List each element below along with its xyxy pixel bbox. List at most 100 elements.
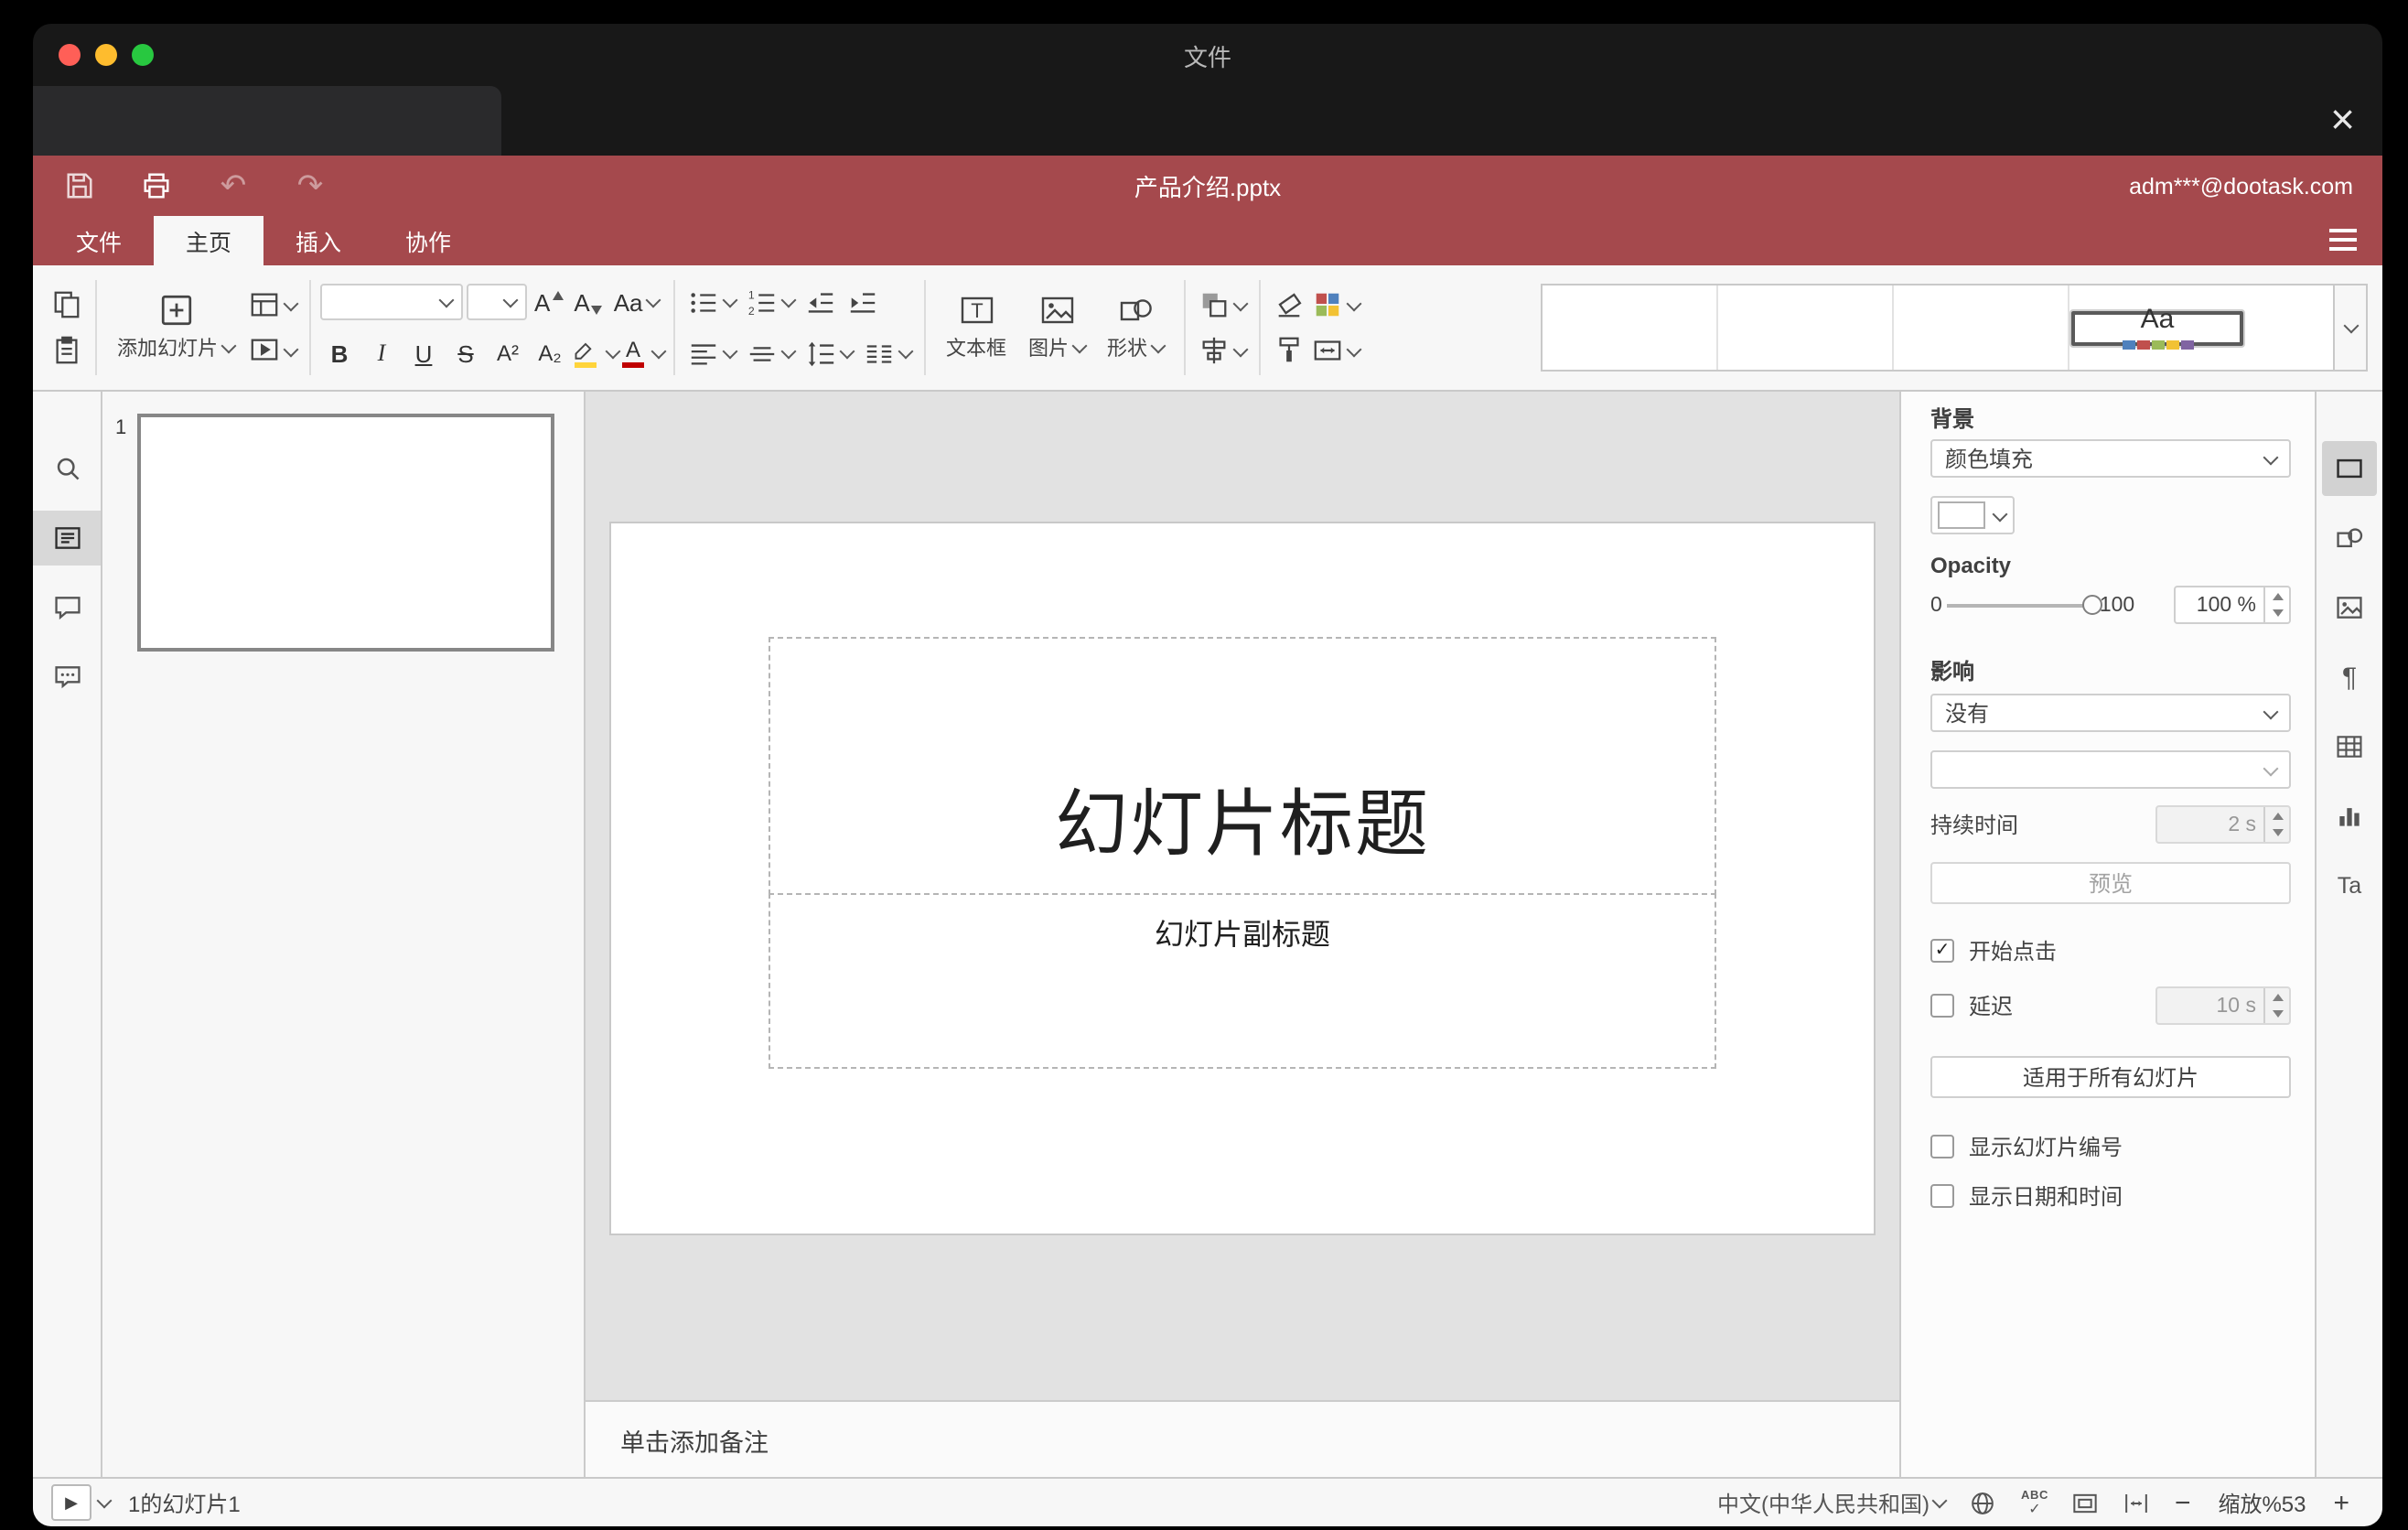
slides-panel-icon[interactable] — [33, 511, 101, 566]
copy-icon[interactable] — [48, 286, 86, 324]
insert-textbox-button[interactable]: T 文本框 — [935, 289, 1017, 366]
theme-tile-selected[interactable]: Aa — [2069, 305, 2245, 350]
comments-icon[interactable] — [33, 580, 101, 635]
change-case-button[interactable]: Aa — [610, 283, 663, 321]
slide-canvas[interactable]: 幻灯片标题 幻灯片副标题 — [586, 392, 1899, 1400]
copy-style-icon[interactable] — [1270, 331, 1308, 370]
menu-icon[interactable] — [2329, 229, 2357, 251]
search-icon[interactable] — [33, 441, 101, 496]
table-settings-icon[interactable] — [2322, 719, 2377, 774]
zoom-out-button[interactable]: − — [2175, 1489, 2191, 1516]
subscript-button[interactable]: A₂ — [531, 334, 569, 372]
slide-title-text[interactable]: 幻灯片标题 — [1055, 765, 1430, 871]
save-icon[interactable] — [62, 168, 97, 203]
start-on-click-label[interactable]: 开始点击 — [1969, 935, 2057, 966]
vertical-align-icon[interactable] — [743, 334, 798, 372]
language-selector[interactable]: 中文(中华人民共和国) — [1717, 1487, 1949, 1518]
italic-button[interactable]: I — [362, 334, 401, 372]
fill-color-picker[interactable] — [1930, 496, 2015, 534]
increase-indent-icon[interactable] — [844, 283, 882, 321]
start-slideshow-icon[interactable] — [245, 331, 300, 370]
feedback-icon[interactable] — [33, 650, 101, 705]
chart-settings-icon[interactable] — [2322, 789, 2377, 844]
add-slide-button[interactable]: 添加幻灯片 — [106, 289, 245, 366]
close-window-button[interactable] — [59, 44, 81, 66]
title-placeholder[interactable]: 幻灯片标题 — [769, 637, 1716, 895]
align-shapes-icon[interactable] — [1195, 331, 1250, 370]
fit-width-icon[interactable] — [2123, 1489, 2151, 1516]
change-layout-icon[interactable] — [245, 286, 300, 324]
delay-label[interactable]: 延迟 — [1969, 990, 2013, 1021]
show-datetime-label[interactable]: 显示日期和时间 — [1969, 1180, 2123, 1212]
redo-icon[interactable]: ↷ — [293, 168, 328, 203]
fullscreen-window-button[interactable] — [132, 44, 154, 66]
zoom-in-button[interactable]: + — [2333, 1489, 2349, 1516]
slide-size-icon[interactable] — [1308, 331, 1363, 370]
theme-tile-1[interactable] — [1543, 286, 1718, 370]
effect-type-select[interactable] — [1930, 750, 2291, 789]
minimize-window-button[interactable] — [95, 44, 117, 66]
delay-checkbox[interactable] — [1930, 994, 1954, 1018]
spin-up-icon[interactable] — [2265, 988, 2289, 1006]
horizontal-align-icon[interactable] — [684, 334, 739, 372]
slide[interactable]: 幻灯片标题 幻灯片副标题 — [611, 523, 1874, 1234]
shape-settings-icon[interactable] — [2322, 511, 2377, 566]
numbering-icon[interactable]: 1 2 — [743, 283, 798, 321]
slide-subtitle-text[interactable]: 幻灯片副标题 — [1155, 910, 1330, 954]
show-datetime-checkbox[interactable] — [1930, 1184, 1954, 1208]
spin-down-icon[interactable] — [2265, 824, 2289, 842]
image-settings-icon[interactable] — [2322, 580, 2377, 635]
subtitle-placeholder[interactable]: 幻灯片副标题 — [769, 893, 1716, 1069]
duration-spinbox[interactable]: 2 s — [2155, 805, 2291, 844]
strikeout-button[interactable]: S — [446, 334, 485, 372]
tab-home[interactable]: 主页 — [154, 216, 263, 265]
clear-style-icon[interactable] — [1270, 286, 1308, 324]
spin-up-icon[interactable] — [2265, 807, 2289, 824]
textart-settings-icon[interactable]: Ta — [2322, 858, 2377, 913]
bold-button[interactable]: B — [320, 334, 359, 372]
show-slide-number-checkbox[interactable] — [1930, 1135, 1954, 1158]
highlight-color-button[interactable] — [573, 334, 598, 372]
slide-settings-icon[interactable] — [2322, 441, 2377, 496]
document-language-icon[interactable] — [1970, 1489, 1997, 1516]
chevron-down-icon[interactable] — [96, 1492, 113, 1509]
font-name-combo[interactable] — [320, 284, 463, 320]
arrange-shapes-icon[interactable] — [1195, 286, 1250, 324]
spellcheck-icon[interactable]: ABC ✓ — [2021, 1490, 2048, 1516]
decrease-indent-icon[interactable] — [801, 283, 840, 321]
tab-file[interactable]: 文件 — [44, 216, 154, 265]
insert-shape-button[interactable]: 形状 — [1096, 289, 1175, 366]
close-icon[interactable]: × — [2330, 90, 2355, 148]
notes-placeholder[interactable]: 单击添加备注 — [620, 1421, 769, 1458]
fit-slide-icon[interactable] — [2072, 1489, 2100, 1516]
line-spacing-icon[interactable] — [801, 334, 856, 372]
color-scheme-icon[interactable] — [1308, 286, 1363, 324]
tab-insert[interactable]: 插入 — [263, 216, 373, 265]
decrease-font-icon[interactable]: A — [570, 283, 606, 321]
theme-tile-2[interactable] — [1718, 286, 1894, 370]
theme-tile-3[interactable] — [1894, 286, 2069, 370]
preview-button[interactable]: 预览 — [1930, 862, 2291, 904]
increase-font-icon[interactable]: A — [531, 283, 566, 321]
spin-down-icon[interactable] — [2265, 1006, 2289, 1023]
tab-collaboration[interactable]: 协作 — [373, 216, 483, 265]
delay-spinbox[interactable]: 10 s — [2155, 986, 2291, 1025]
apply-to-all-button[interactable]: 适用于所有幻灯片 — [1930, 1056, 2291, 1098]
columns-icon[interactable] — [860, 334, 915, 372]
opacity-slider[interactable] — [1947, 594, 2103, 614]
notes-bar[interactable]: 单击添加备注 — [586, 1400, 1899, 1477]
opacity-spinbox[interactable]: 100 % — [2174, 586, 2291, 624]
underline-button[interactable]: U — [404, 334, 443, 372]
font-color-button[interactable]: A — [622, 334, 644, 372]
show-slide-number-label[interactable]: 显示幻灯片编号 — [1969, 1131, 2123, 1162]
print-icon[interactable] — [139, 168, 174, 203]
effect-select[interactable]: 没有 — [1930, 694, 2291, 732]
font-size-combo[interactable] — [467, 284, 527, 320]
start-on-click-checkbox[interactable]: ✓ — [1930, 939, 1954, 963]
superscript-button[interactable]: A² — [489, 334, 527, 372]
paste-icon[interactable] — [48, 331, 86, 370]
paragraph-settings-icon[interactable]: ¶ — [2322, 650, 2377, 705]
undo-icon[interactable]: ↶ — [216, 168, 251, 203]
slide-thumbnail[interactable] — [137, 414, 554, 652]
bullets-icon[interactable] — [684, 283, 739, 321]
